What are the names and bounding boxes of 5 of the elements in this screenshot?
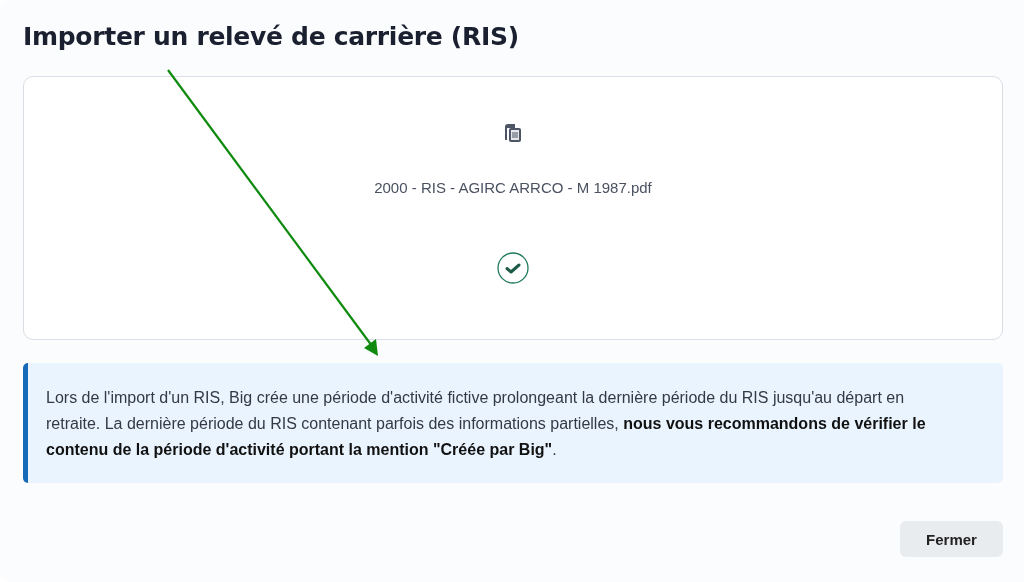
- close-button[interactable]: Fermer: [900, 521, 1003, 557]
- file-name: 2000 - RIS - AGIRC ARRCO - M 1987.pdf: [374, 179, 652, 196]
- file-icon: [504, 123, 522, 143]
- notice-text: Lors de l'import d'un RIS, Big crée une période d'activité fictive prolongeant la dernière période du RIS jusqu'au départ en retraite. La dernière période du RIS contenant parfois des informations partielles, nous vous recommandons de vérifier le contenu de la période d'activité portant la mention "Créée par Big".: [46, 388, 927, 460]
- dialog-title: Importer un relevé de carrière (RIS): [23, 21, 520, 53]
